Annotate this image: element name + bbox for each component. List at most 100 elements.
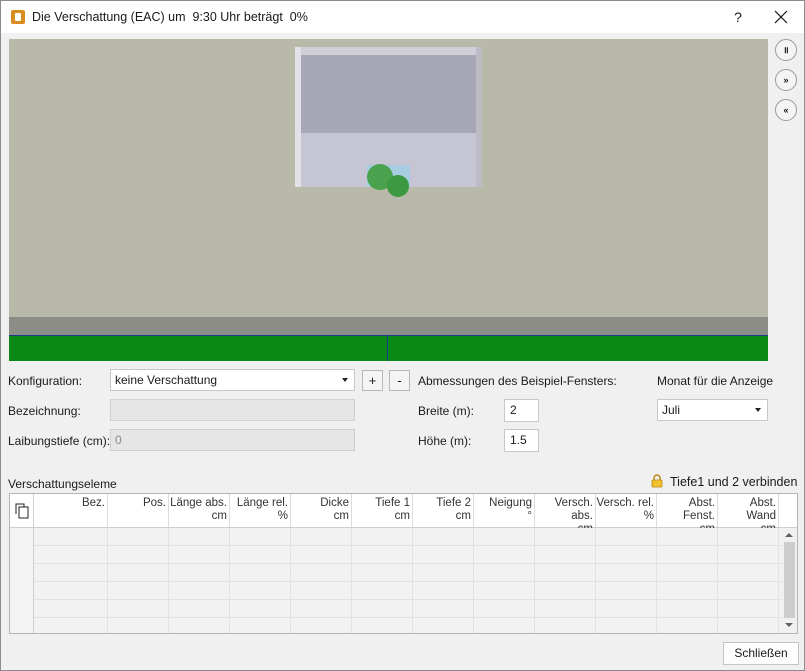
table-cell[interactable]	[657, 564, 718, 582]
column-header[interactable]: Neigung °	[474, 494, 535, 527]
table-cell[interactable]	[108, 618, 169, 633]
column-header[interactable]: Abst. Fenst.cm	[657, 494, 718, 535]
table-cell[interactable]	[108, 600, 169, 618]
table-cell[interactable]	[291, 582, 352, 600]
scroll-up-icon[interactable]	[785, 533, 793, 537]
table-cell[interactable]	[291, 600, 352, 618]
table-cell[interactable]	[718, 564, 779, 582]
table-cell[interactable]	[413, 618, 474, 633]
table-cell[interactable]	[413, 528, 474, 546]
column-header[interactable]: Dicke cm	[291, 494, 352, 527]
table-cell[interactable]	[474, 564, 535, 582]
table-row[interactable]	[34, 546, 782, 564]
pause-button[interactable]: ॥	[775, 39, 797, 61]
column-header[interactable]: Länge abs. cm	[169, 494, 230, 527]
table-cell[interactable]	[230, 582, 291, 600]
back-button[interactable]: «	[775, 99, 797, 121]
table-cell[interactable]	[657, 582, 718, 600]
column-header[interactable]: Versch. abs.cm	[535, 494, 596, 535]
table-cell[interactable]	[352, 528, 413, 546]
table-cell[interactable]	[657, 600, 718, 618]
table-cell[interactable]	[108, 564, 169, 582]
scroll-thumb[interactable]	[784, 542, 795, 618]
table-cell[interactable]	[108, 546, 169, 564]
table-cell[interactable]	[535, 582, 596, 600]
table-cell[interactable]	[34, 546, 108, 564]
table-row[interactable]	[34, 582, 782, 600]
table-cell[interactable]	[169, 600, 230, 618]
table-cell[interactable]	[474, 600, 535, 618]
column-header[interactable]: Abst. Wandcm	[718, 494, 779, 535]
column-header[interactable]: Bez.	[34, 494, 108, 527]
table-cell[interactable]	[718, 546, 779, 564]
table-cell[interactable]	[230, 564, 291, 582]
vertical-scrollbar[interactable]	[782, 528, 797, 633]
laibungstiefe-field[interactable]: 0	[110, 429, 355, 451]
table-cell[interactable]	[718, 618, 779, 633]
table-cell[interactable]	[108, 528, 169, 546]
table-cell[interactable]	[596, 528, 657, 546]
table-cell[interactable]	[535, 564, 596, 582]
table-cell[interactable]	[718, 600, 779, 618]
table-cell[interactable]	[596, 564, 657, 582]
table-cell[interactable]	[413, 600, 474, 618]
table-cell[interactable]	[352, 546, 413, 564]
table-cell[interactable]	[718, 528, 779, 546]
table-cell[interactable]	[34, 564, 108, 582]
table-cell[interactable]	[718, 582, 779, 600]
table-cell[interactable]	[34, 618, 108, 633]
table-cell[interactable]	[291, 528, 352, 546]
table-cell[interactable]	[352, 582, 413, 600]
help-button[interactable]: ?	[729, 7, 747, 27]
table-row[interactable]	[34, 618, 782, 633]
close-button[interactable]: Schließen	[723, 642, 799, 665]
table-cell[interactable]	[291, 546, 352, 564]
table-row[interactable]	[34, 564, 782, 582]
forward-button[interactable]: »	[775, 69, 797, 91]
table-cell[interactable]	[657, 528, 718, 546]
table-cell[interactable]	[230, 546, 291, 564]
table-cell[interactable]	[34, 582, 108, 600]
table-cell[interactable]	[413, 546, 474, 564]
table-cell[interactable]	[34, 528, 108, 546]
month-select[interactable]: Juli	[657, 399, 768, 421]
link-depths-label[interactable]: Tiefe1 und 2 verbinden	[670, 475, 797, 489]
breite-input[interactable]: 2	[504, 399, 539, 422]
hoehe-input[interactable]: 1.5	[504, 429, 539, 452]
lock-icon[interactable]	[651, 474, 663, 488]
table-cell[interactable]	[474, 618, 535, 633]
table-cell[interactable]	[657, 546, 718, 564]
table-cell[interactable]	[596, 582, 657, 600]
table-cell[interactable]	[169, 564, 230, 582]
table-cell[interactable]	[108, 582, 169, 600]
table-cell[interactable]	[596, 546, 657, 564]
table-cell[interactable]	[169, 582, 230, 600]
column-header[interactable]: Tiefe 2 cm	[413, 494, 474, 527]
column-header[interactable]: Länge rel.%	[230, 494, 291, 527]
table-cell[interactable]	[230, 528, 291, 546]
table-cell[interactable]	[230, 600, 291, 618]
table-cell[interactable]	[413, 564, 474, 582]
table-cell[interactable]	[474, 546, 535, 564]
table-cell[interactable]	[596, 600, 657, 618]
table-cell[interactable]	[291, 618, 352, 633]
table-row[interactable]	[34, 528, 782, 546]
column-header[interactable]: Tiefe 1 cm	[352, 494, 413, 527]
table-cell[interactable]	[230, 618, 291, 633]
table-cell[interactable]	[535, 600, 596, 618]
table-cell[interactable]	[352, 618, 413, 633]
column-header[interactable]: Pos.	[108, 494, 169, 527]
remove-config-button[interactable]: -	[389, 370, 410, 391]
table-cell[interactable]	[169, 528, 230, 546]
table-cell[interactable]	[535, 528, 596, 546]
table-cell[interactable]	[474, 582, 535, 600]
add-config-button[interactable]: +	[362, 370, 383, 391]
table-cell[interactable]	[352, 600, 413, 618]
table-cell[interactable]	[291, 564, 352, 582]
scroll-down-icon[interactable]	[785, 623, 793, 627]
konfiguration-select[interactable]: keine Verschattung	[110, 369, 355, 391]
table-cell[interactable]	[352, 564, 413, 582]
table-cell[interactable]	[34, 600, 108, 618]
table-cell[interactable]	[413, 582, 474, 600]
table-cell[interactable]	[169, 618, 230, 633]
